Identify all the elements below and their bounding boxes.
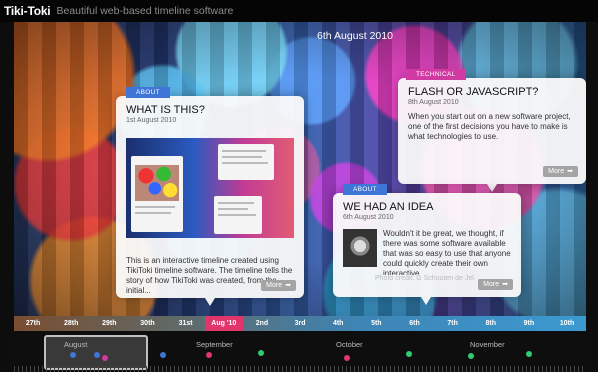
card-pointer — [421, 297, 431, 305]
story-excerpt: When you start out on a new software pro… — [408, 112, 571, 141]
day-tick[interactable]: 5th — [357, 316, 395, 331]
day-tick[interactable]: 27th — [14, 316, 52, 331]
day-tick[interactable]: 7th — [434, 316, 472, 331]
category-tag: TECHNICAL — [406, 69, 466, 80]
timeline-stage[interactable]: 6th August 2010 ABOUT WHAT IS THIS? 1st … — [14, 22, 586, 316]
overview-navigator[interactable]: August September October November — [14, 333, 586, 372]
day-tick[interactable]: 28th — [52, 316, 90, 331]
day-tick[interactable]: 4th — [319, 316, 357, 331]
story-card-what-is-this[interactable]: ABOUT WHAT IS THIS? 1st August 2010 This… — [116, 87, 304, 298]
more-button-label: More — [483, 281, 500, 288]
day-tick[interactable]: 9th — [510, 316, 548, 331]
card-pointer — [487, 184, 497, 192]
category-tag: ABOUT — [343, 184, 387, 195]
month-label: November — [470, 340, 505, 349]
story-date: 8th August 2010 — [408, 99, 459, 106]
story-card-flash-or-javascript[interactable]: TECHNICAL FLASH OR JAVASCRIPT? 8th Augus… — [398, 69, 586, 184]
event-marker[interactable] — [468, 353, 474, 359]
story-card-we-had-an-idea[interactable]: ABOUT WE HAD AN IDEA 6th August 2010 Wou… — [333, 184, 521, 297]
screenshot-window — [218, 144, 274, 180]
more-button[interactable]: More ➡ — [543, 166, 578, 177]
event-marker[interactable] — [160, 352, 166, 358]
day-tick[interactable]: 30th — [128, 316, 166, 331]
category-tag: ABOUT — [126, 87, 170, 98]
event-marker[interactable] — [406, 351, 412, 357]
story-thumbnail-image — [343, 229, 377, 267]
month-label: September — [196, 340, 233, 349]
screenshot-window — [131, 156, 183, 232]
arrow-right-icon: ➡ — [285, 282, 291, 289]
more-button-label: More — [548, 168, 565, 175]
day-tick-active[interactable]: Aug '10 — [204, 316, 243, 331]
story-title: WE HAD AN IDEA — [343, 201, 434, 213]
event-marker[interactable] — [526, 351, 532, 357]
day-tick[interactable]: 29th — [90, 316, 128, 331]
current-date-label: 6th August 2010 — [317, 30, 393, 42]
event-marker[interactable] — [102, 355, 108, 361]
navigator-tick-marks — [14, 366, 586, 372]
day-tick[interactable]: 6th — [395, 316, 433, 331]
story-excerpt: Wouldn't it be great, we thought, if the… — [383, 229, 511, 275]
month-label: October — [336, 340, 363, 349]
screenshot-window — [214, 196, 262, 234]
more-button[interactable]: More ➡ — [478, 279, 513, 290]
more-button-label: More — [266, 282, 283, 289]
day-tick[interactable]: 10th — [548, 316, 586, 331]
arrow-right-icon: ➡ — [502, 281, 508, 288]
card-pointer — [205, 298, 215, 306]
more-button[interactable]: More ➡ — [261, 280, 296, 291]
event-marker[interactable] — [258, 350, 264, 356]
day-tick[interactable]: 31st — [167, 316, 205, 331]
arrow-right-icon: ➡ — [567, 168, 573, 175]
story-title: FLASH OR JAVASCRIPT? — [408, 86, 539, 98]
story-date: 6th August 2010 — [343, 214, 394, 221]
brand-logo[interactable]: Tiki-Toki — [4, 4, 51, 18]
app-header: Tiki-Toki Beautiful web-based timeline s… — [0, 0, 598, 22]
story-date: 1st August 2010 — [126, 117, 177, 124]
day-tick[interactable]: 2nd — [243, 316, 281, 331]
event-marker[interactable] — [94, 352, 100, 358]
event-marker[interactable] — [206, 352, 212, 358]
event-marker[interactable] — [70, 352, 76, 358]
day-tick[interactable]: 3rd — [281, 316, 319, 331]
day-scale[interactable]: 27th 28th 29th 30th 31st Aug '10 2nd 3rd… — [14, 316, 586, 331]
story-title: WHAT IS THIS? — [126, 104, 205, 116]
event-marker[interactable] — [344, 355, 350, 361]
story-screenshot-image — [126, 138, 294, 238]
month-label: August — [64, 340, 88, 349]
tagline: Beautiful web-based timeline software — [56, 5, 234, 17]
photo-credit: Photo credit: G Schouten de Jel — [375, 275, 474, 282]
day-tick[interactable]: 8th — [472, 316, 510, 331]
